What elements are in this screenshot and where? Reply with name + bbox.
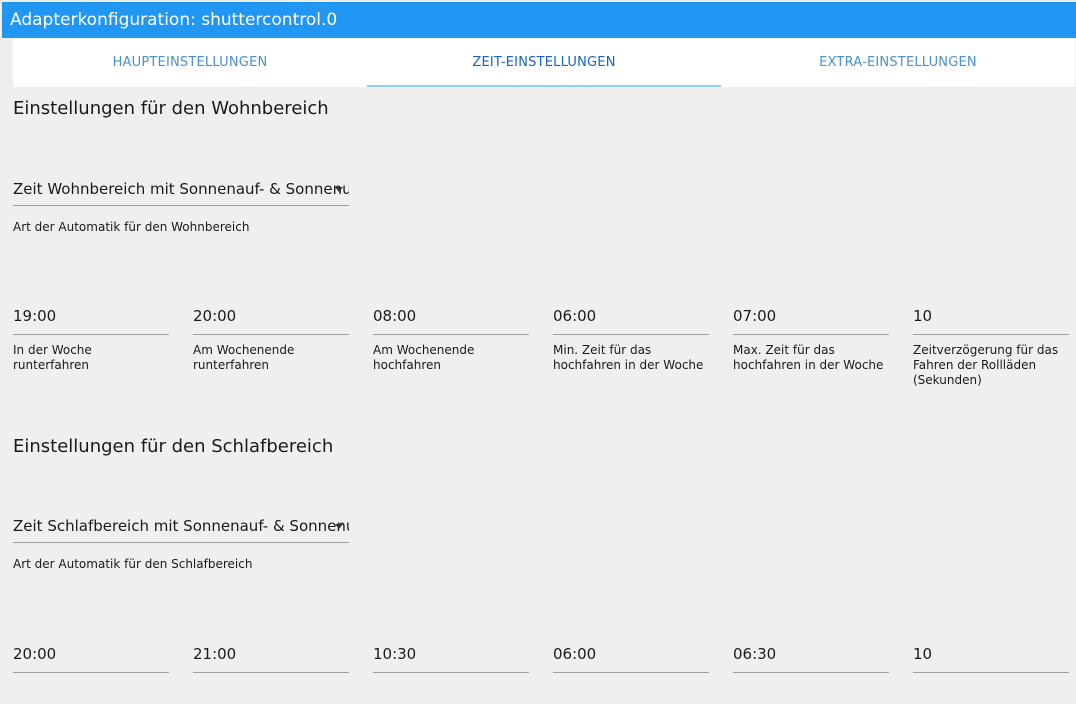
field-label: Max. Zeit für das hochfahren in der Woch… xyxy=(733,343,884,372)
field-label: Am Wochenende runterfahren xyxy=(193,343,295,372)
field-weekend-down-living: 20:00 Am Wochenende runterfahren xyxy=(193,302,349,373)
time-input[interactable]: 20:00 xyxy=(13,640,169,673)
time-input[interactable]: 10:30 xyxy=(373,640,529,673)
field-delay-sleep: 10 xyxy=(913,640,1069,673)
time-input[interactable]: 06:00 xyxy=(553,302,709,335)
window-title: Adapterkonfiguration: shuttercontrol.0 xyxy=(2,2,1076,38)
tab-extra-einstellungen[interactable]: EXTRA-EINSTELLUNGEN xyxy=(721,39,1075,87)
field-label: In der Woche runterfahren xyxy=(13,343,92,372)
number-input[interactable]: 10 xyxy=(913,302,1069,335)
number-input[interactable]: 10 xyxy=(913,640,1069,673)
field-min-up-week-sleep: 06:00 xyxy=(553,640,709,673)
field-weekend-up-sleep: 10:30 xyxy=(373,640,529,673)
select-value: Zeit Wohnbereich mit Sonnenauf- & Sonnen… xyxy=(13,180,349,198)
time-input[interactable]: 07:00 xyxy=(733,302,889,335)
dropdown-caret-icon xyxy=(335,187,343,192)
field-week-down-living: 19:00 In der Woche runterfahren xyxy=(13,302,169,373)
automatic-type-select-wohnbereich[interactable]: Zeit Wohnbereich mit Sonnenauf- & Sonnen… xyxy=(13,178,349,206)
time-input[interactable]: 19:00 xyxy=(13,302,169,335)
select-help-wohnbereich: Art der Automatik für den Wohnbereich xyxy=(13,220,250,234)
time-input[interactable]: 06:30 xyxy=(733,640,889,673)
select-value: Zeit Schlafbereich mit Sonnenauf- & Sonn… xyxy=(13,517,349,535)
section-title-schlafbereich: Einstellungen für den Schlafbereich xyxy=(13,436,334,457)
select-help-schlafbereich: Art der Automatik für den Schlafbereich xyxy=(13,557,253,571)
time-input[interactable]: 08:00 xyxy=(373,302,529,335)
tab-bar: HAUPTEINSTELLUNGEN ZEIT-EINSTELLUNGEN EX… xyxy=(13,39,1075,87)
tab-haupteinstellungen[interactable]: HAUPTEINSTELLUNGEN xyxy=(13,39,367,87)
field-label: Min. Zeit für das hochfahren in der Woch… xyxy=(553,343,704,372)
time-input[interactable]: 21:00 xyxy=(193,640,349,673)
field-max-up-week-living: 07:00 Max. Zeit für das hochfahren in de… xyxy=(733,302,889,373)
section-title-wohnbereich: Einstellungen für den Wohnbereich xyxy=(13,98,329,119)
dropdown-caret-icon xyxy=(335,524,343,529)
field-max-up-week-sleep: 06:30 xyxy=(733,640,889,673)
field-weekend-up-living: 08:00 Am Wochenende hochfahren xyxy=(373,302,529,373)
time-input[interactable]: 20:00 xyxy=(193,302,349,335)
field-label: Zeitverzögerung für das Fahren der Rolll… xyxy=(913,343,1059,387)
field-label: Am Wochenende hochfahren xyxy=(373,343,475,372)
field-week-down-sleep: 20:00 xyxy=(13,640,169,673)
field-weekend-down-sleep: 21:00 xyxy=(193,640,349,673)
field-min-up-week-living: 06:00 Min. Zeit für das hochfahren in de… xyxy=(553,302,709,373)
field-delay-living: 10 Zeitverzögerung für das Fahren der Ro… xyxy=(913,302,1069,388)
automatic-type-select-schlafbereich[interactable]: Zeit Schlafbereich mit Sonnenauf- & Sonn… xyxy=(13,515,349,543)
time-input[interactable]: 06:00 xyxy=(553,640,709,673)
tab-zeit-einstellungen[interactable]: ZEIT-EINSTELLUNGEN xyxy=(367,39,721,87)
